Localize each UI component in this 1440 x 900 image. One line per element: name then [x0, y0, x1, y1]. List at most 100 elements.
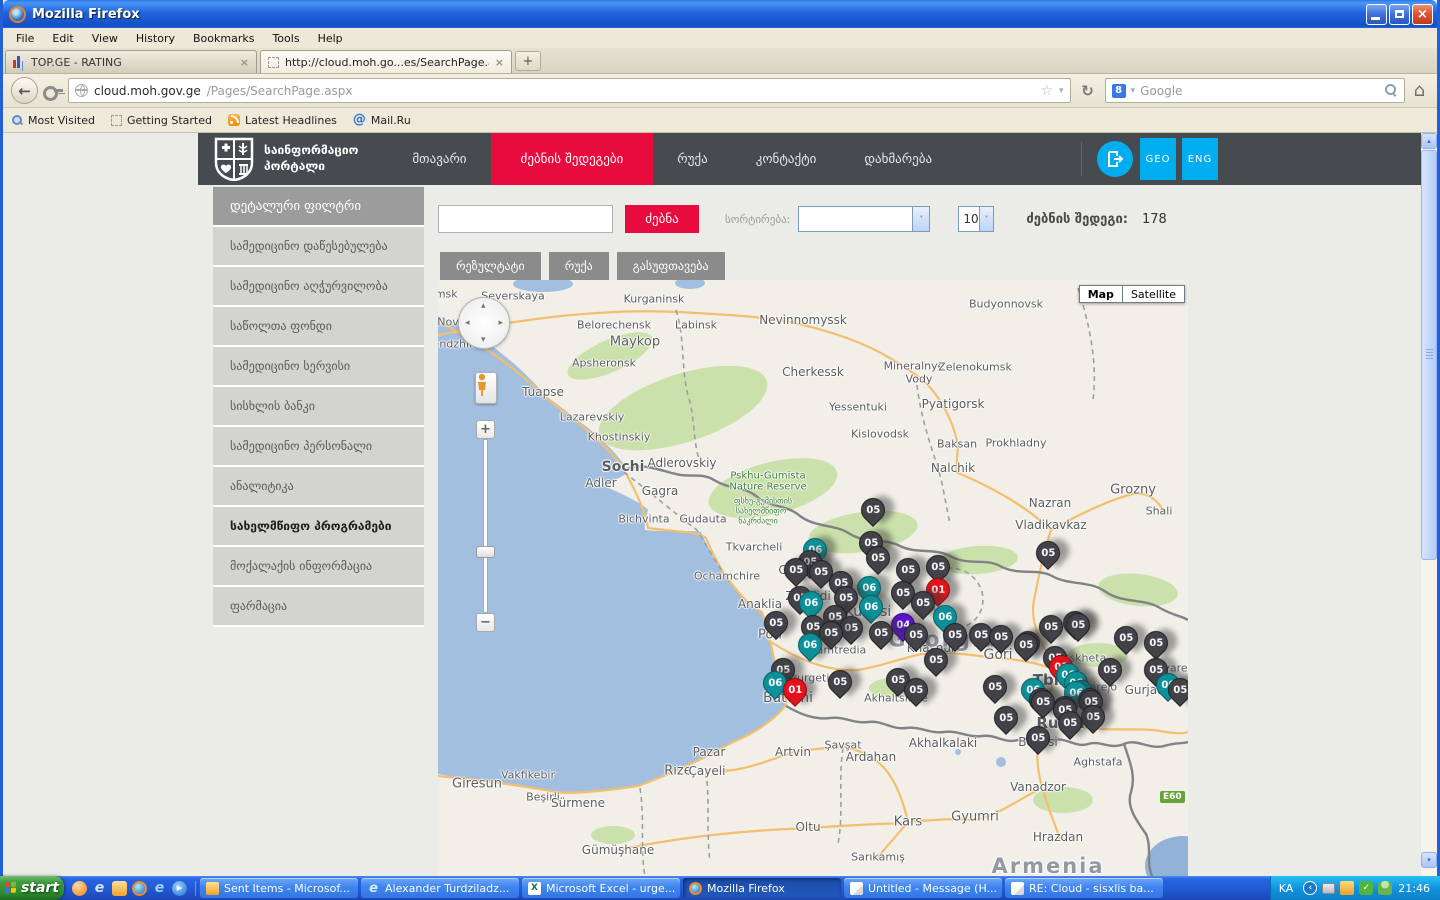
sidebar-item[interactable]: ფარმაცია: [213, 587, 424, 627]
sidebar-item[interactable]: მოქალაქის ინფორმაცია: [213, 547, 424, 587]
map-marker-05[interactable]: 05: [943, 623, 967, 647]
sidebar-item[interactable]: სისხლის ბანკი: [213, 387, 424, 427]
map-marker-05[interactable]: 05: [1066, 613, 1090, 637]
google-engine-icon[interactable]: 8: [1112, 84, 1126, 98]
map-marker-05[interactable]: 05: [861, 498, 885, 522]
tray-person-icon[interactable]: [1378, 881, 1392, 895]
map-type-map-button[interactable]: Map: [1079, 285, 1123, 303]
scroll-up-icon[interactable]: ▴: [1421, 133, 1437, 149]
map-marker-05[interactable]: 05: [1058, 711, 1082, 735]
engine-dropdown-icon[interactable]: ▾: [1131, 86, 1136, 96]
nav-item[interactable]: კონტაქტი: [732, 133, 841, 185]
scroll-down-icon[interactable]: ▾: [1421, 852, 1437, 868]
minimize-button[interactable]: [1366, 4, 1387, 25]
restore-button[interactable]: [1389, 4, 1410, 25]
menu-help[interactable]: Help: [309, 30, 352, 47]
map-marker-05[interactable]: 05: [1081, 705, 1105, 729]
tab-close-icon[interactable]: ×: [495, 56, 504, 69]
sidebar-item[interactable]: სამედიცინო პერსონალი: [213, 427, 424, 467]
tray-net-icon[interactable]: [1322, 883, 1335, 894]
back-button[interactable]: ←: [11, 77, 38, 104]
nav-item[interactable]: ძებნის შედეგები: [491, 133, 654, 185]
bookmark-item[interactable]: Latest Headlines: [228, 114, 337, 127]
quicklaunch-firefox-icon[interactable]: [132, 881, 147, 896]
map-marker-05[interactable]: 05: [911, 591, 935, 615]
map-marker-05[interactable]: 05: [1168, 678, 1188, 702]
zoom-in-button[interactable]: +: [476, 420, 495, 439]
pan-down-icon[interactable]: ▾: [481, 335, 486, 345]
menu-tools[interactable]: Tools: [263, 30, 308, 47]
logout-icon[interactable]: [1097, 141, 1133, 177]
map-marker-05[interactable]: 05: [1026, 726, 1050, 750]
map-marker-05[interactable]: 05: [784, 558, 808, 582]
map-marker-05[interactable]: 05: [764, 611, 788, 635]
quicklaunch-orange-icon[interactable]: [72, 881, 87, 896]
zoom-out-button[interactable]: −: [476, 613, 495, 632]
quicklaunch-media-icon[interactable]: ▶: [172, 881, 187, 896]
url-dropdown-icon[interactable]: ▾: [1059, 86, 1064, 96]
clock[interactable]: 21:46: [1398, 882, 1430, 895]
search-box[interactable]: 8 ▾ Google: [1105, 78, 1405, 103]
scrollbar-thumb[interactable]: [1421, 150, 1437, 560]
map-marker-05[interactable]: 05: [1014, 633, 1038, 657]
nav-item[interactable]: დახმარება: [840, 133, 956, 185]
map-marker-05[interactable]: 05: [866, 546, 890, 570]
close-button[interactable]: ×: [1412, 4, 1433, 25]
taskbar-task[interactable]: Sent Items - Microsof...: [200, 878, 358, 898]
language-indicator[interactable]: KA: [1279, 882, 1298, 895]
browser-tab[interactable]: TOP.GE - RATING×: [5, 50, 257, 73]
page-search-input[interactable]: [438, 205, 613, 233]
map-marker-05[interactable]: 05: [989, 625, 1013, 649]
site-title[interactable]: საინფორმაციო პორტალი: [264, 143, 358, 174]
map-marker-05[interactable]: 05: [828, 670, 852, 694]
sidebar-item[interactable]: სამედიცინო სერვისი: [213, 347, 424, 387]
start-button[interactable]: start: [0, 876, 64, 900]
map-marker-05[interactable]: 05: [896, 558, 920, 582]
pan-left-icon[interactable]: ◂: [465, 318, 470, 328]
menu-file[interactable]: File: [7, 30, 43, 47]
map-marker-05[interactable]: 05: [819, 621, 843, 645]
lang-button-eng[interactable]: ENG: [1182, 138, 1218, 180]
search-icon[interactable]: [1385, 84, 1398, 97]
map-marker-05[interactable]: 05: [994, 706, 1018, 730]
map-marker-05[interactable]: 05: [1114, 626, 1138, 650]
nav-item[interactable]: მთავარი: [388, 133, 490, 185]
map-marker-05[interactable]: 05: [869, 621, 893, 645]
google-map[interactable]: ymskNovendzhikSeverskayaKurganinskBelore…: [438, 280, 1188, 876]
map-marker-05[interactable]: 05: [1031, 690, 1055, 714]
pan-up-icon[interactable]: ▴: [481, 301, 486, 311]
window-titlebar[interactable]: Mozilla Firefox ×: [3, 0, 1437, 28]
map-marker-05[interactable]: 05: [926, 555, 950, 579]
sidebar-item[interactable]: სახელმწიფო პროგრამები: [213, 507, 424, 547]
taskbar-task[interactable]: RE: Cloud - sisxlis ba...: [1005, 878, 1163, 898]
tab-close-icon[interactable]: ×: [240, 56, 249, 69]
new-tab-button[interactable]: +: [515, 51, 541, 71]
site-identity-icon[interactable]: [75, 84, 88, 97]
quicklaunch-mail-icon[interactable]: [112, 881, 127, 896]
page-size-select[interactable]: 10 ˅: [958, 206, 994, 232]
map-marker-05[interactable]: 05: [1039, 615, 1063, 639]
pan-right-icon[interactable]: ▸: [498, 318, 503, 328]
view-button[interactable]: რეზულტატი: [440, 252, 541, 280]
page-search-button[interactable]: ძებნა: [625, 205, 699, 233]
sidebar-item[interactable]: სამედიცინო დაწესებულება: [213, 227, 424, 267]
zoom-slider-handle[interactable]: [476, 546, 495, 558]
quicklaunch-ie2-icon[interactable]: e: [152, 881, 167, 896]
browser-tab[interactable]: http://cloud.moh.go...es/SearchPage.aspx…: [260, 50, 512, 73]
tray-hide-icon[interactable]: ‹: [1303, 881, 1317, 895]
menu-history[interactable]: History: [127, 30, 184, 47]
map-marker-05[interactable]: 05: [1144, 631, 1168, 655]
taskbar-task[interactable]: Untitled - Message (H...: [844, 878, 1002, 898]
bookmark-item[interactable]: @Mail.Ru: [353, 114, 411, 127]
view-button[interactable]: რუქა: [549, 252, 609, 280]
map-marker-06[interactable]: 06: [798, 633, 822, 657]
sort-select[interactable]: ˅: [798, 206, 930, 232]
sidebar-item[interactable]: საწოლთა ფონდი: [213, 307, 424, 347]
map-marker-05[interactable]: 05: [924, 648, 948, 672]
lang-button-geo[interactable]: GEO: [1140, 138, 1176, 180]
bookmark-item[interactable]: Most Visited: [11, 114, 95, 127]
page-scrollbar[interactable]: ▴ ▾: [1421, 133, 1437, 876]
nav-item[interactable]: რუქა: [653, 133, 731, 185]
view-button[interactable]: გასუფთავება: [617, 252, 725, 280]
forward-key-icon[interactable]: [43, 84, 63, 98]
